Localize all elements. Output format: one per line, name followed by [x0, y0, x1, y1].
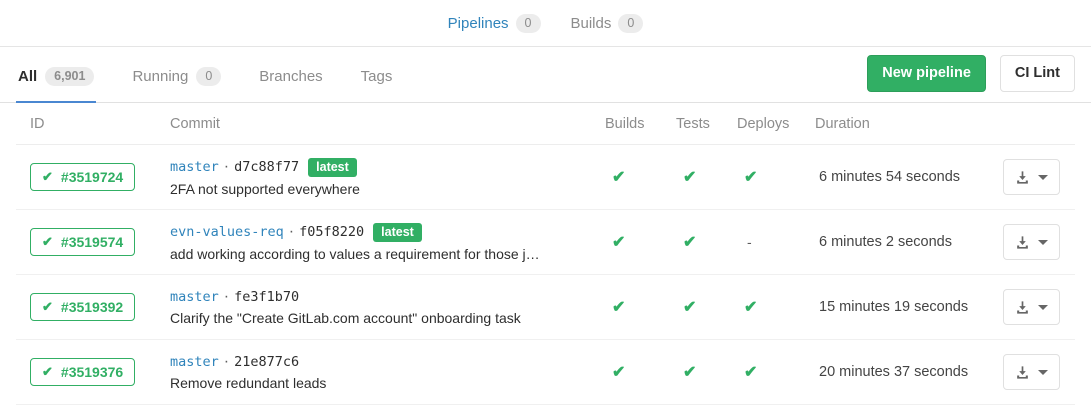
deploys-status-icon[interactable]: ✔ [737, 297, 815, 317]
status-passed-icon: ✔ [42, 169, 53, 185]
new-pipeline-button[interactable]: New pipeline [867, 55, 986, 92]
builds-count-badge: 0 [618, 14, 643, 33]
header-deploys: Deploys [737, 116, 815, 132]
filter-tab-branches-label: Branches [259, 68, 322, 85]
pipeline-duration: 15 minutes 19 seconds [815, 299, 1003, 315]
header-builds: Builds [605, 116, 676, 132]
download-artifacts-dropdown[interactable] [1003, 354, 1060, 390]
caret-down-icon [1038, 305, 1048, 310]
commit-separator: · [224, 288, 229, 306]
all-count-badge: 6,901 [45, 67, 94, 86]
ci-lint-button[interactable]: CI Lint [1000, 55, 1075, 92]
pipeline-status-id-badge[interactable]: ✔ #3519574 [30, 228, 135, 256]
filter-tab-all-label: All [18, 68, 37, 85]
pipeline-status-id-badge[interactable]: ✔ #3519392 [30, 293, 135, 321]
commit-separator: · [289, 223, 294, 241]
commit-sha-link[interactable]: f05f8220 [299, 224, 364, 240]
builds-status-icon[interactable]: ✔ [605, 362, 676, 382]
commit-separator: · [224, 353, 229, 371]
table-header-row: ID Commit Builds Tests Deploys Duration [16, 103, 1075, 145]
pipelines-page: Pipelines 0 Builds 0 All 6,901 Running 0… [0, 0, 1091, 410]
commit-separator: · [224, 158, 229, 176]
pipelines-count-badge: 0 [516, 14, 541, 33]
commit-message[interactable]: Remove redundant leads [170, 375, 590, 391]
header-tests: Tests [676, 116, 737, 132]
filter-tab-running-label: Running [132, 68, 188, 85]
scope-tabs: Pipelines 0 Builds 0 [448, 14, 644, 33]
download-icon [1015, 300, 1030, 315]
running-count-badge: 0 [196, 67, 221, 86]
branch-link[interactable]: master [170, 159, 219, 175]
pipelines-toolbar: All 6,901 Running 0 Branches Tags New pi… [0, 47, 1091, 103]
commit-sha-link[interactable]: fe3f1b70 [234, 289, 299, 305]
pipeline-status-id-badge[interactable]: ✔ #3519376 [30, 358, 135, 386]
caret-down-icon [1038, 175, 1048, 180]
filter-tab-tags[interactable]: Tags [359, 51, 395, 103]
branch-link[interactable]: master [170, 289, 219, 305]
tab-builds-label: Builds [571, 15, 612, 32]
pipeline-duration: 20 minutes 37 seconds [815, 364, 1003, 380]
pipeline-id: #3519574 [61, 234, 123, 250]
status-passed-icon: ✔ [42, 299, 53, 315]
pipelines-table: ID Commit Builds Tests Deploys Duration … [16, 103, 1075, 405]
latest-badge: latest [373, 223, 422, 242]
filter-tab-running[interactable]: Running 0 [130, 51, 223, 103]
tests-status-icon[interactable]: ✔ [676, 362, 737, 382]
pipeline-row: ✔ #3519376 master · 21e877c6 latest Remo… [16, 340, 1075, 405]
download-artifacts-dropdown[interactable] [1003, 224, 1060, 260]
commit-message[interactable]: add working according to values a requir… [170, 246, 590, 262]
top-nav: Pipelines 0 Builds 0 [0, 0, 1091, 47]
deploys-status-icon[interactable]: ✔ [737, 167, 815, 187]
header-commit: Commit [170, 116, 605, 132]
download-artifacts-dropdown[interactable] [1003, 159, 1060, 195]
pipeline-id: #3519376 [61, 364, 123, 380]
status-passed-icon: ✔ [42, 234, 53, 250]
filter-tab-branches[interactable]: Branches [257, 51, 324, 103]
commit-message[interactable]: 2FA not supported everywhere [170, 181, 590, 197]
builds-status-icon[interactable]: ✔ [605, 297, 676, 317]
latest-badge: latest [308, 158, 357, 177]
pipeline-row: ✔ #3519392 master · fe3f1b70 latest Clar… [16, 275, 1075, 340]
header-id: ID [16, 116, 170, 132]
tests-status-icon[interactable]: ✔ [676, 232, 737, 252]
download-icon [1015, 365, 1030, 380]
filter-tab-tags-label: Tags [361, 68, 393, 85]
header-duration: Duration [815, 116, 1003, 132]
pipeline-row: ✔ #3519574 evn-values-req · f05f8220 lat… [16, 210, 1075, 275]
tab-pipelines[interactable]: Pipelines 0 [448, 14, 541, 33]
download-artifacts-dropdown[interactable] [1003, 289, 1060, 325]
builds-status-icon[interactable]: ✔ [605, 167, 676, 187]
pipeline-duration: 6 minutes 54 seconds [815, 169, 1003, 185]
pipeline-row: ✔ #3519724 master · d7c88f77 latest 2FA … [16, 145, 1075, 210]
filter-tabs: All 6,901 Running 0 Branches Tags [16, 51, 394, 102]
branch-link[interactable]: evn-values-req [170, 224, 284, 240]
toolbar-actions: New pipeline CI Lint [867, 55, 1075, 102]
caret-down-icon [1038, 240, 1048, 245]
status-passed-icon: ✔ [42, 364, 53, 380]
download-icon [1015, 235, 1030, 250]
pipeline-duration: 6 minutes 2 seconds [815, 234, 1003, 250]
branch-link[interactable]: master [170, 354, 219, 370]
pipeline-id: #3519724 [61, 169, 123, 185]
tests-status-icon[interactable]: ✔ [676, 167, 737, 187]
tests-status-icon[interactable]: ✔ [676, 297, 737, 317]
commit-sha-link[interactable]: d7c88f77 [234, 159, 299, 175]
commit-message[interactable]: Clarify the "Create GitLab.com account" … [170, 310, 590, 326]
commit-sha-link[interactable]: 21e877c6 [234, 354, 299, 370]
builds-status-icon[interactable]: ✔ [605, 232, 676, 252]
download-icon [1015, 170, 1030, 185]
tab-pipelines-label: Pipelines [448, 15, 509, 32]
pipeline-status-id-badge[interactable]: ✔ #3519724 [30, 163, 135, 191]
deploys-status-icon: - [737, 234, 815, 250]
deploys-status-icon[interactable]: ✔ [737, 362, 815, 382]
pipeline-id: #3519392 [61, 299, 123, 315]
tab-builds[interactable]: Builds 0 [571, 14, 644, 33]
filter-tab-all[interactable]: All 6,901 [16, 51, 96, 103]
caret-down-icon [1038, 370, 1048, 375]
